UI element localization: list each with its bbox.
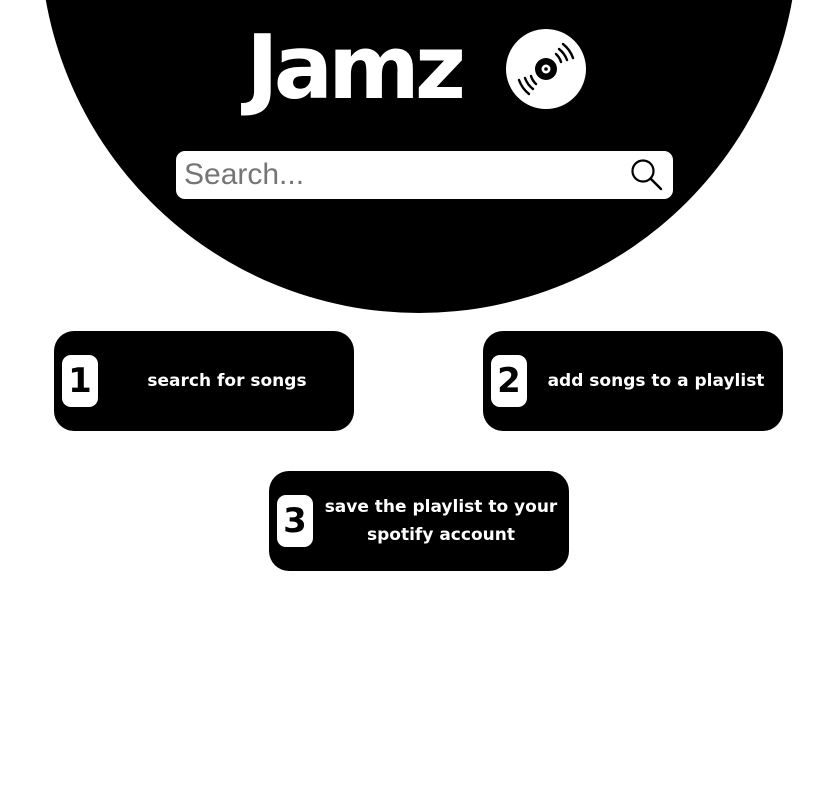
step-label: search for songs (147, 371, 307, 391)
step-number-badge: 2 (491, 355, 527, 407)
step-number-badge: 3 (277, 495, 313, 547)
brand-logo: Jamz (246, 16, 466, 119)
search-input[interactable] (184, 151, 614, 199)
page: Jamz 1 search for songs 2 add songs to a… (0, 0, 840, 810)
brand-name: Jamz (246, 16, 466, 119)
step-label: save the playlist to your spotify accoun… (324, 497, 558, 545)
vinyl-record-icon (506, 29, 586, 109)
step-number-badge: 1 (62, 355, 98, 407)
search-bar (176, 151, 673, 199)
step-card-add-songs: 2 add songs to a playlist (483, 331, 783, 431)
step-label: add songs to a playlist (547, 371, 765, 391)
search-icon[interactable] (630, 158, 664, 192)
step-card-save-playlist: 3 save the playlist to your spotify acco… (269, 471, 569, 571)
step-card-search: 1 search for songs (54, 331, 354, 431)
